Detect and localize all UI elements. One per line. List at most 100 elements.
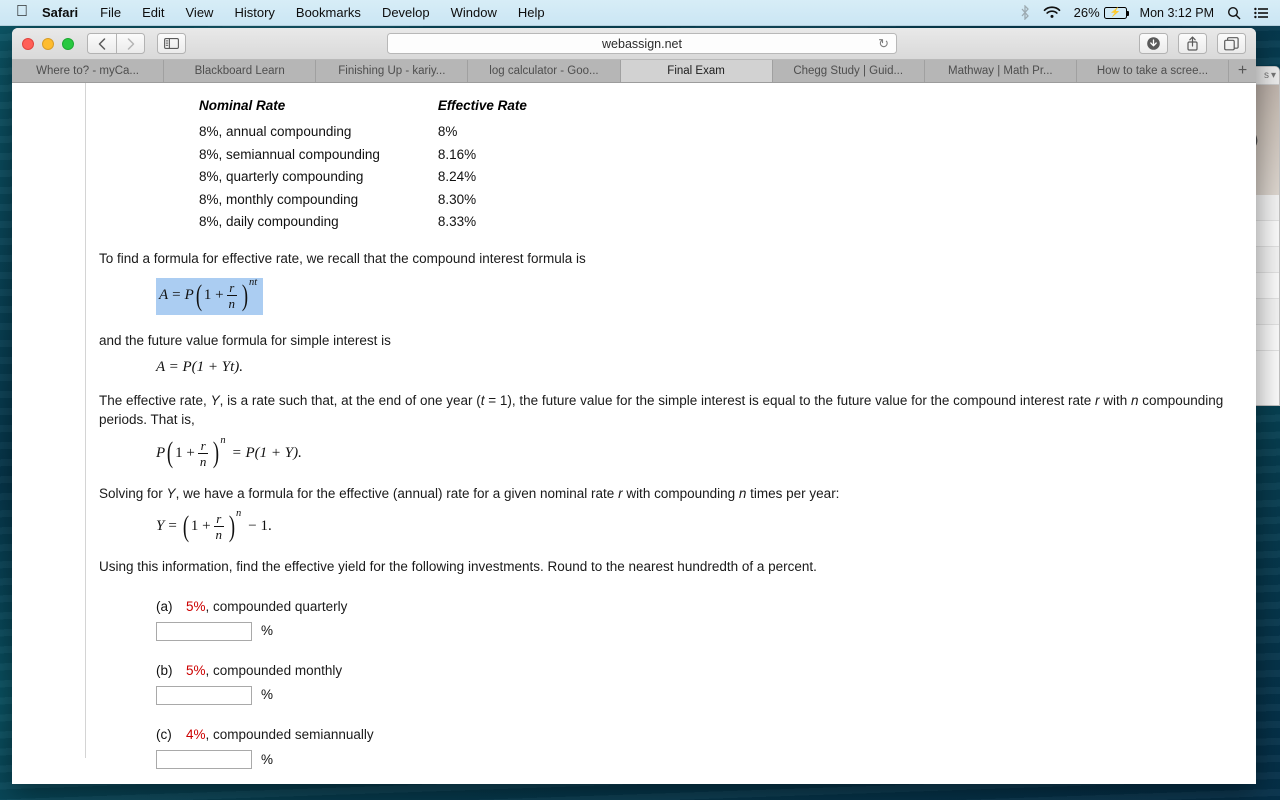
cell-nominal: 8%, semiannual compounding: [199, 146, 380, 162]
fraction-numerator: r: [229, 279, 235, 295]
percent-label-a: %: [261, 623, 274, 639]
para4-var-Y: Y: [166, 485, 176, 501]
forward-button[interactable]: [116, 33, 145, 54]
table-row: 8%, semiannual compounding 8.16%: [199, 143, 527, 166]
para3-part-b: , is a rate such that, at the end of one…: [219, 392, 481, 408]
exam-question-body: Nominal Rate Effective Rate 8%, annual c…: [87, 83, 1256, 784]
content-divider: [85, 83, 86, 758]
formula-var-P: P: [156, 444, 166, 461]
close-window-button[interactable]: [22, 37, 34, 50]
formula-simple-interest: A = P(1 + Yt).: [156, 358, 244, 375]
tab-overview-button[interactable]: [1217, 33, 1246, 54]
tab-mathway[interactable]: Mathway | Math Pr...: [924, 60, 1077, 82]
paren-open-icon: (: [167, 436, 174, 470]
table-header-row: Nominal Rate Effective Rate: [199, 96, 527, 121]
tab-blackboard-learn[interactable]: Blackboard Learn: [164, 60, 317, 82]
formula-var-Y: Y: [156, 518, 165, 535]
macos-menubar:  Safari File Edit View History Bookmark…: [0, 0, 1280, 26]
minimize-window-button[interactable]: [42, 37, 54, 50]
cell-nominal: 8%, monthly compounding: [199, 191, 359, 207]
part-label-a: (a): [156, 598, 173, 614]
formula-simple-interest-line: A = P(1 + Yt).: [156, 358, 1242, 375]
cell-nominal: 8%, annual compounding: [199, 124, 352, 140]
percent-label-c: %: [261, 751, 274, 767]
menu-item-safari[interactable]: Safari: [42, 5, 78, 20]
formula-equals: =: [168, 518, 177, 535]
share-button[interactable]: [1178, 33, 1207, 54]
tab-final-exam[interactable]: Final Exam: [620, 60, 773, 82]
column-header-nominal-rate: Nominal Rate: [199, 98, 286, 113]
part-rate-b: 5%: [186, 662, 206, 678]
paren-close-icon: ): [213, 436, 220, 470]
menu-item-window[interactable]: Window: [451, 5, 497, 20]
menu-item-edit[interactable]: Edit: [142, 5, 164, 20]
address-bar[interactable]: webassign.net ↻: [387, 33, 897, 54]
lightning-bolt-icon: ⚡: [1109, 7, 1121, 17]
url-text: webassign.net: [602, 36, 682, 51]
downloads-button[interactable]: [1139, 33, 1168, 54]
menu-item-develop[interactable]: Develop: [382, 5, 430, 20]
notification-center-icon[interactable]: [1254, 7, 1268, 19]
formula-equality: P ( 1 + r n ) n = P(1 + Y).: [156, 435, 302, 470]
para3-var-n: n: [1130, 392, 1139, 408]
menu-item-bookmarks[interactable]: Bookmarks: [296, 5, 361, 20]
question-part-b: (b) 5%, compounded monthly %: [156, 661, 1242, 705]
webpage-content: Nominal Rate Effective Rate 8%, annual c…: [12, 83, 1256, 784]
answer-input-b[interactable]: [156, 685, 252, 705]
paragraph-compound-intro: To find a formula for effective rate, we…: [99, 251, 586, 267]
fraction-r-over-n: r n: [226, 279, 238, 311]
new-tab-button[interactable]: +: [1229, 60, 1256, 82]
tab-log-calculator[interactable]: log calculator - Goo...: [468, 60, 621, 82]
para4-part-a: Solving for: [99, 485, 167, 501]
formula-compound-interest[interactable]: A = P ( 1 + r n ) nt: [156, 276, 264, 315]
cell-nominal: 8%, quarterly compounding: [199, 169, 364, 185]
tab-how-to-take-screenshot[interactable]: How to take a scree...: [1076, 60, 1229, 82]
answer-row-b: %: [156, 685, 1242, 705]
table-row: 8%, daily compounding 8.33%: [199, 211, 527, 234]
back-button[interactable]: [87, 33, 116, 54]
cell-effective: 8.30%: [437, 191, 477, 207]
formula-var-P: P: [184, 286, 194, 303]
paragraph-instructions: Using this information, find the effecti…: [99, 559, 817, 575]
fraction-denominator: n: [226, 294, 238, 311]
maximize-window-button[interactable]: [62, 37, 74, 50]
fraction-denominator: n: [197, 452, 209, 469]
menu-item-view[interactable]: View: [186, 5, 214, 20]
formula-equality-line: P ( 1 + r n ) n = P(1 + Y).: [156, 435, 1242, 470]
menubar-clock[interactable]: Mon 3:12 PM: [1140, 6, 1214, 20]
tab-finishing-up[interactable]: Finishing Up - kariy...: [316, 60, 469, 82]
formula-var-A: A: [159, 286, 169, 303]
part-text-b: , compounded monthly: [205, 662, 343, 678]
nominal-effective-rate-table: Nominal Rate Effective Rate 8%, annual c…: [199, 96, 527, 233]
battery-icon: ⚡: [1103, 6, 1130, 19]
answer-row-a: %: [156, 621, 1242, 641]
part-text-a: , compounded quarterly: [205, 598, 348, 614]
paren-close-icon: ): [228, 509, 236, 543]
tab-where-to[interactable]: Where to? - myCa...: [12, 60, 165, 82]
column-header-effective-rate: Effective Rate: [437, 98, 527, 113]
answer-input-a[interactable]: [156, 621, 252, 641]
window-controls: [22, 37, 74, 50]
table-row: 8%, annual compounding 8%: [199, 121, 527, 144]
bluetooth-icon[interactable]: [1020, 5, 1030, 20]
wifi-icon[interactable]: [1043, 6, 1061, 19]
tab-bar: Where to? - myCa... Blackboard Learn Fin…: [12, 60, 1256, 83]
fraction-r-over-n: r n: [213, 512, 225, 541]
battery-status[interactable]: 26% ⚡: [1074, 5, 1130, 20]
para4-part-d: times per year:: [746, 485, 840, 501]
menu-item-history[interactable]: History: [234, 5, 274, 20]
part-rate-a: 5%: [186, 598, 206, 614]
cell-effective: 8%: [437, 124, 458, 140]
apple-logo-icon[interactable]: : [16, 3, 28, 20]
formula-one-plus: 1 +: [175, 444, 195, 461]
answer-input-c[interactable]: [156, 749, 252, 769]
formula-equals: =: [172, 286, 181, 303]
sidebar-toggle-button[interactable]: [157, 33, 186, 54]
navigation-buttons: [87, 33, 145, 54]
menu-item-file[interactable]: File: [100, 5, 121, 20]
reload-icon[interactable]: ↻: [878, 36, 889, 52]
search-icon[interactable]: [1227, 6, 1241, 20]
formula-exponent-nt: nt: [249, 276, 258, 288]
menu-item-help[interactable]: Help: [518, 5, 545, 20]
tab-chegg-study[interactable]: Chegg Study | Guid...: [772, 60, 925, 82]
